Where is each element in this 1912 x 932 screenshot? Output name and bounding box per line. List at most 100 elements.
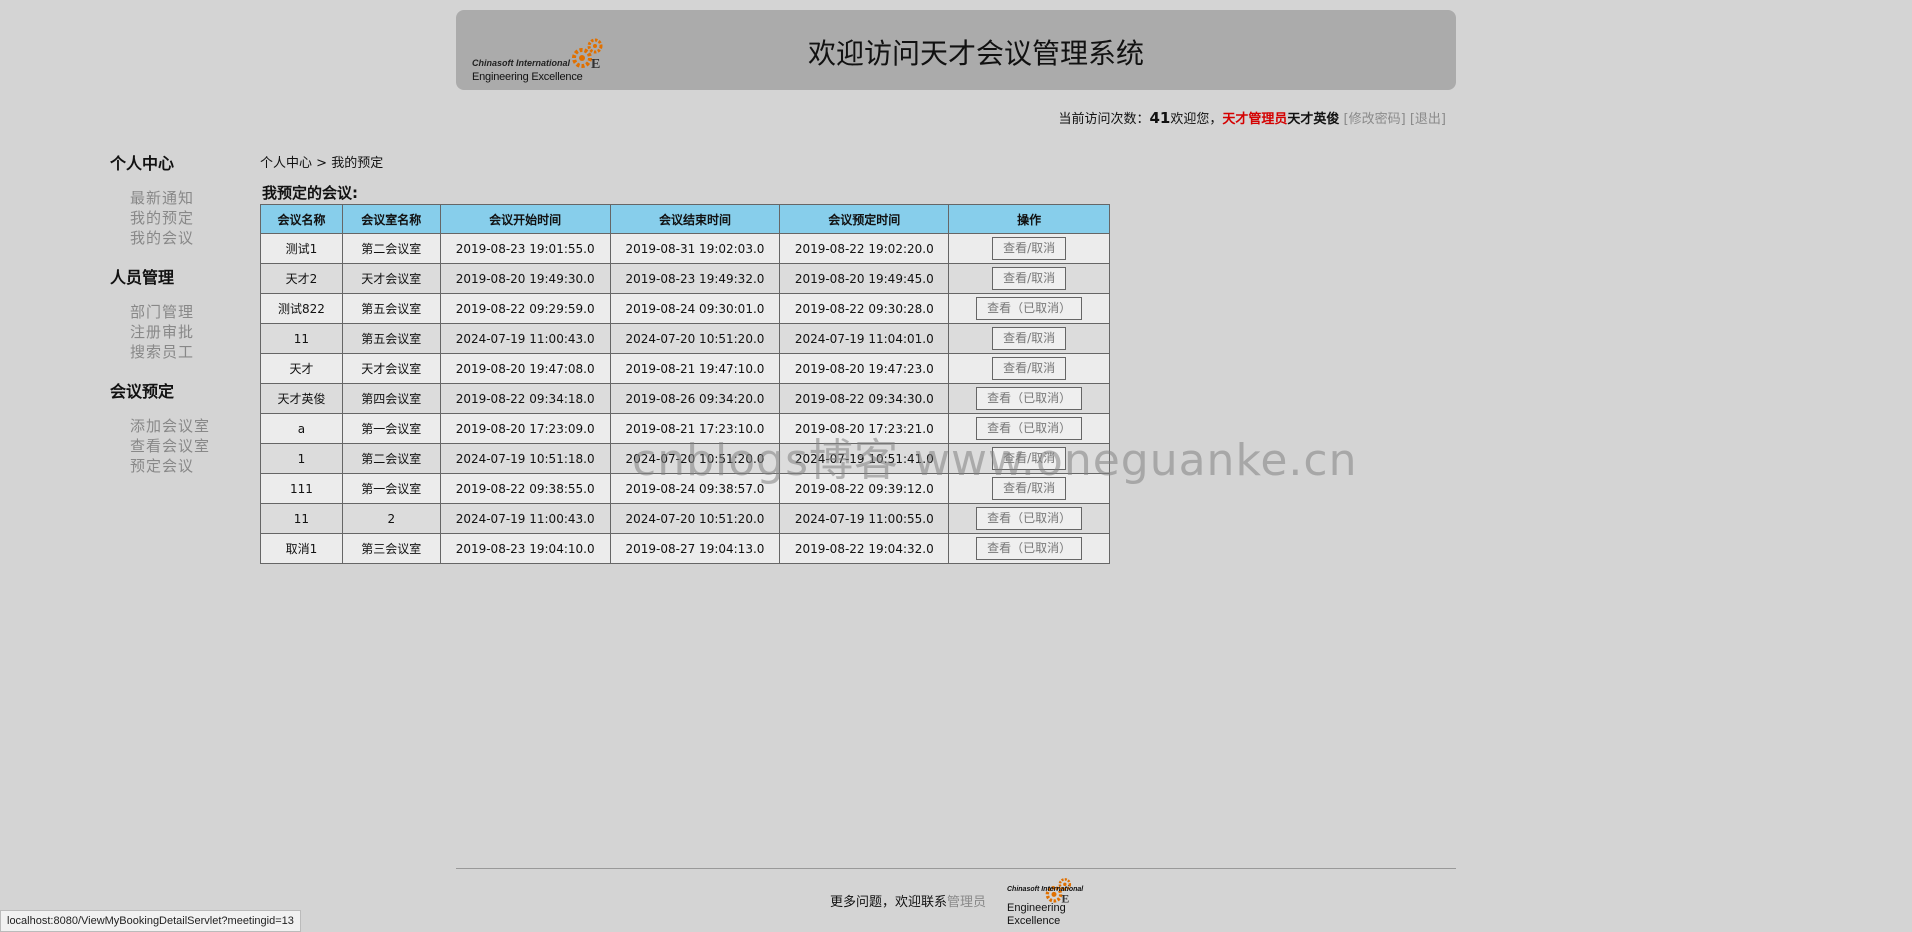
- view-cancel-button[interactable]: 查看（已取消）: [976, 387, 1083, 410]
- table-cell: 2019-08-22 09:29:59.0: [439, 293, 611, 324]
- table-cell: 取消1: [260, 533, 343, 564]
- view-cancel-button[interactable]: 查看（已取消）: [976, 537, 1083, 560]
- footer-logo-company-text: Chinasoft International: [1007, 886, 1084, 893]
- table-cell: 2019-08-20 19:47:08.0: [439, 353, 611, 384]
- table-cell: 2019-08-23 19:04:10.0: [439, 533, 611, 564]
- table-cell: 2019-08-20 19:49:30.0: [439, 263, 611, 294]
- table-cell: 第二会议室: [341, 443, 441, 474]
- table-row: 11 2 2024-07-19 11:00:43.0 2024-07-20 10:51…: [260, 503, 1110, 534]
- action-cell: 查看/取消: [948, 443, 1110, 474]
- table-cell: 11: [260, 323, 343, 354]
- table-cell: 天才会议室: [341, 263, 441, 294]
- table-row: 1 第二会议室 2024-07-19 10:51:18.0 2024-07-20 10…: [260, 443, 1110, 474]
- header-banner: E Chinasoft International Engineering Ex…: [456, 10, 1456, 90]
- sidebar-item-search-staff[interactable]: 搜索员工: [130, 342, 260, 362]
- table-cell: 天才: [260, 353, 343, 384]
- view-cancel-button[interactable]: 查看/取消: [992, 267, 1067, 290]
- admin-contact-link[interactable]: 管理员: [947, 895, 986, 910]
- table-cell: 第二会议室: [341, 233, 441, 264]
- view-cancel-button[interactable]: 查看（已取消）: [976, 297, 1083, 320]
- sidebar-item-my-bookings[interactable]: 我的预定: [130, 208, 260, 228]
- action-cell: 查看/取消: [948, 263, 1110, 294]
- table-cell: 第五会议室: [341, 323, 441, 354]
- table-cell: 2019-08-20 19:47:23.0: [779, 353, 950, 384]
- view-cancel-button[interactable]: 查看/取消: [992, 357, 1067, 380]
- table-row: 天才 天才会议室 2019-08-20 19:47:08.0 2019-08-21 1…: [260, 353, 1110, 384]
- table-row: 取消1 第三会议室 2019-08-23 19:04:10.0 2019-08-27 …: [260, 533, 1110, 564]
- footer-divider: [456, 868, 1456, 869]
- table-cell: 2024-07-19 11:00:43.0: [439, 503, 611, 534]
- bookings-table: 会议名称 会议室名称 会议开始时间 会议结束时间 会议预定时间 操作 测试1 第二会议室 20…: [260, 204, 1110, 564]
- table-cell: 2019-08-23 19:01:55.0: [439, 233, 611, 264]
- table-cell: 2019-08-22 19:04:32.0: [779, 533, 950, 564]
- table-cell: 2024-07-20 10:51:20.0: [609, 443, 781, 474]
- table-cell: 天才2: [260, 263, 343, 294]
- table-row: 测试1 第二会议室 2019-08-23 19:01:55.0 2019-08-31 …: [260, 233, 1110, 264]
- sidebar-item-departments[interactable]: 部门管理: [130, 302, 260, 322]
- table-cell: a: [260, 413, 343, 444]
- sidebar-item-book-meeting[interactable]: 预定会议: [130, 456, 260, 476]
- column-header: 操作: [948, 204, 1110, 234]
- view-cancel-button[interactable]: 查看（已取消）: [976, 417, 1083, 440]
- change-password-link[interactable]: [修改密码]: [1344, 112, 1406, 127]
- action-cell: 查看/取消: [948, 473, 1110, 504]
- table-row: 天才英俊 第四会议室 2019-08-22 09:34:18.0 2019-08-26…: [260, 383, 1110, 414]
- action-cell: 查看（已取消）: [948, 533, 1110, 564]
- breadcrumb: 个人中心 > 我的预定: [260, 152, 383, 171]
- view-cancel-button[interactable]: 查看/取消: [992, 477, 1067, 500]
- table-cell: 2024-07-19 10:51:18.0: [439, 443, 611, 474]
- table-cell: 2019-08-21 17:23:10.0: [609, 413, 781, 444]
- action-cell: 查看（已取消）: [948, 293, 1110, 324]
- table-cell: 111: [260, 473, 343, 504]
- footer-logo: E Chinasoft International Engineering Ex…: [1004, 876, 1084, 928]
- view-cancel-button[interactable]: 查看（已取消）: [976, 507, 1083, 530]
- table-cell: 第五会议室: [341, 293, 441, 324]
- table-cell: 2024-07-19 11:00:43.0: [439, 323, 611, 354]
- sidebar-item-my-meetings[interactable]: 我的会议: [130, 228, 260, 248]
- table-cell: 2019-08-22 09:38:55.0: [439, 473, 611, 504]
- table-cell: 1: [260, 443, 343, 474]
- footer-logo-tagline-text: Engineering Excellence: [1007, 902, 1066, 927]
- logout-link[interactable]: [退出]: [1410, 112, 1446, 127]
- table-cell: 2024-07-20 10:51:20.0: [609, 323, 781, 354]
- table-cell: 天才会议室: [341, 353, 441, 384]
- breadcrumb-current: 我的预定: [331, 156, 384, 171]
- table-cell: 第三会议室: [341, 533, 441, 564]
- view-cancel-button[interactable]: 查看/取消: [992, 447, 1067, 470]
- logo-tagline-text: Engineering Excellence: [472, 71, 583, 83]
- column-header: 会议预定时间: [779, 204, 950, 234]
- breadcrumb-root[interactable]: 个人中心: [260, 156, 312, 171]
- table-cell: 第一会议室: [341, 473, 441, 504]
- table-cell: 测试1: [260, 233, 343, 264]
- column-header: 会议名称: [260, 204, 343, 234]
- column-header: 会议室名称: [341, 204, 441, 234]
- view-cancel-button[interactable]: 查看/取消: [992, 237, 1067, 260]
- username: 天才英俊: [1287, 112, 1340, 127]
- action-cell: 查看（已取消）: [948, 503, 1110, 534]
- column-header: 会议结束时间: [609, 204, 781, 234]
- sidebar-item-registration-approval[interactable]: 注册审批: [130, 322, 260, 342]
- table-cell: 2019-08-20 19:49:45.0: [779, 263, 950, 294]
- table-cell: 天才英俊: [260, 383, 343, 414]
- browser-status-url: localhost:8080/ViewMyBookingDetailServle…: [0, 910, 301, 932]
- table-cell: 11: [260, 503, 343, 534]
- sidebar-item-add-room[interactable]: 添加会议室: [130, 416, 260, 436]
- column-header: 会议开始时间: [439, 204, 611, 234]
- table-cell: 2024-07-20 10:51:20.0: [609, 503, 781, 534]
- table-cell: 2019-08-31 19:02:03.0: [609, 233, 781, 264]
- action-cell: 查看（已取消）: [948, 383, 1110, 414]
- table-cell: 2019-08-24 09:38:57.0: [609, 473, 781, 504]
- table-cell: 2024-07-19 11:04:01.0: [779, 323, 950, 354]
- welcome-text: 欢迎您，: [1170, 112, 1223, 127]
- action-cell: 查看（已取消）: [948, 413, 1110, 444]
- footer-text: 更多问题，欢迎联系: [830, 895, 948, 910]
- table-row: 测试822 第五会议室 2019-08-22 09:29:59.0 2019-08-2…: [260, 293, 1110, 324]
- sidebar-item-view-rooms[interactable]: 查看会议室: [130, 436, 260, 456]
- table-cell: 2019-08-22 19:02:20.0: [779, 233, 950, 264]
- view-cancel-button[interactable]: 查看/取消: [992, 327, 1067, 350]
- table-cell: 2024-07-19 11:00:55.0: [779, 503, 950, 534]
- table-cell: 2019-08-20 17:23:09.0: [439, 413, 611, 444]
- table-cell: 第一会议室: [341, 413, 441, 444]
- visits-label: 当前访问次数：: [1058, 112, 1150, 127]
- sidebar-item-notifications[interactable]: 最新通知: [130, 188, 260, 208]
